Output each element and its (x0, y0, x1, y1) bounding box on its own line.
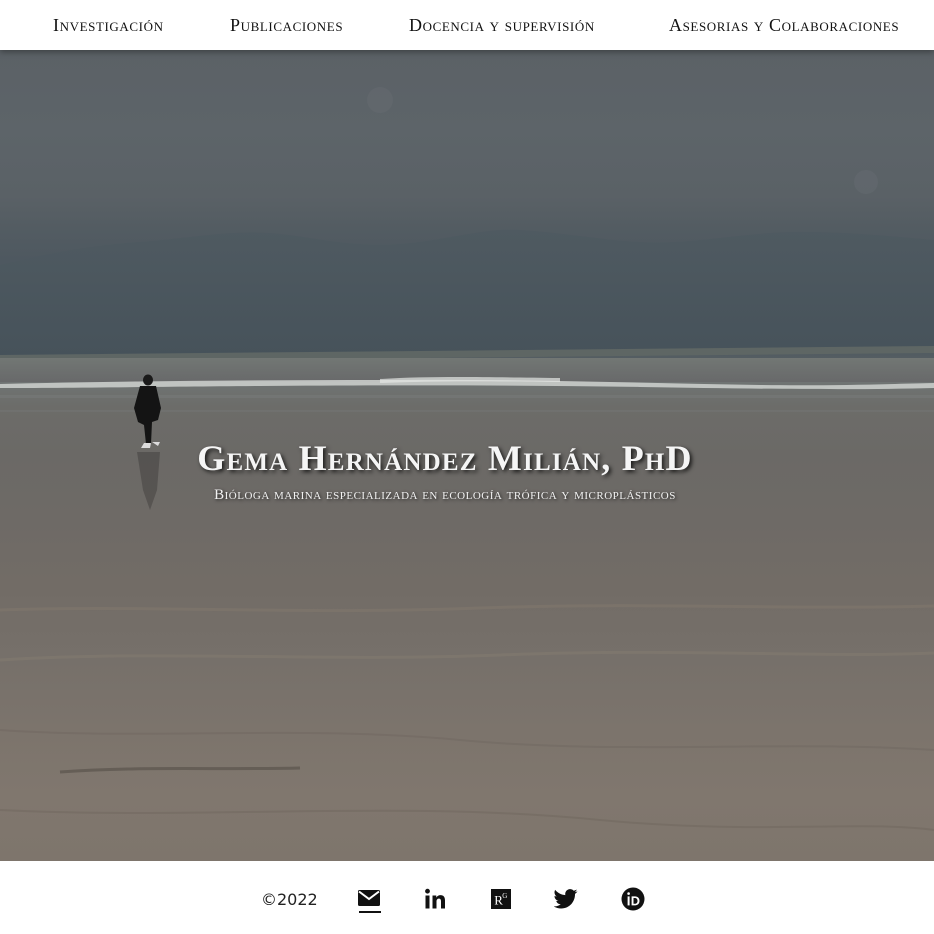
email-icon[interactable] (356, 886, 382, 912)
hero-title: Gema Hernández Milián, PhD (197, 438, 693, 478)
linkedin-icon[interactable] (422, 886, 448, 912)
nav-item-investigacion[interactable]: Investigación (53, 15, 164, 36)
copyright-text: ©2022 (261, 890, 318, 909)
footer: ©2022 R G (0, 861, 934, 934)
nav-item-publicaciones[interactable]: Publicaciones (230, 15, 343, 36)
svg-text:G: G (502, 892, 507, 900)
email-underline (359, 911, 381, 913)
hero-subtitle: Bióloga marina especializada en ecología… (214, 487, 676, 503)
researchgate-icon[interactable]: R G (488, 886, 514, 912)
hero-banner: Gema Hernández Milián, PhD Bióloga marin… (0, 50, 934, 861)
orcid-icon[interactable] (620, 886, 646, 912)
nav-item-docencia[interactable]: Docencia y supervisión (409, 15, 595, 36)
nav-item-asesorias[interactable]: Asesorias y Colaboraciones (669, 15, 899, 36)
top-navigation: Investigación Publicaciones Docencia y s… (0, 0, 934, 50)
twitter-icon[interactable] (553, 886, 579, 912)
